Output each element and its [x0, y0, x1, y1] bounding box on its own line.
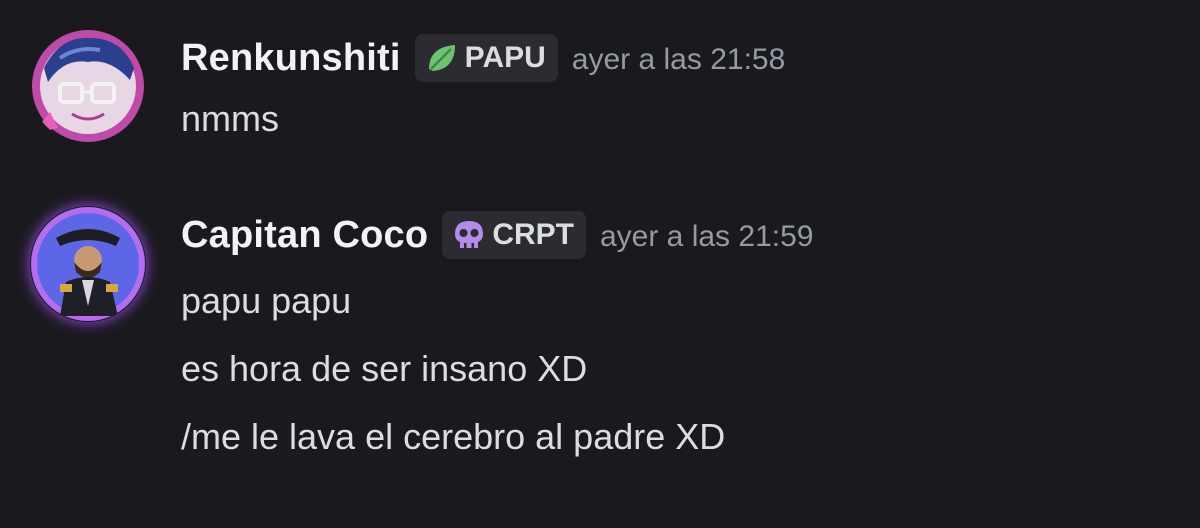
message-text: /me le lava el cerebro al padre XD	[181, 416, 726, 457]
avatar-image	[32, 30, 144, 142]
role-tag[interactable]: PAPU	[414, 34, 558, 82]
leaf-icon	[425, 41, 459, 75]
message-text: nmms	[181, 98, 279, 139]
avatar-image	[31, 207, 145, 321]
role-tag-label: PAPU	[464, 41, 546, 74]
message-text: es hora de ser insano XD	[181, 348, 588, 389]
skull-icon	[452, 218, 486, 252]
timestamp[interactable]: ayer a las 21:58	[572, 43, 785, 77]
message-header-2: Capitan Coco CRPT ayer a las 21:59	[181, 210, 813, 260]
role-tag-label: CRPT	[492, 218, 574, 251]
username[interactable]: Capitan Coco	[181, 214, 428, 257]
role-tag[interactable]: CRPT	[442, 211, 586, 259]
username[interactable]: Renkunshiti	[181, 37, 401, 80]
message-header-1: Renkunshiti PAPU ayer a las 21:58	[181, 33, 785, 83]
avatar-renkunshiti[interactable]	[30, 28, 146, 144]
message-text: papu papu	[181, 280, 352, 321]
timestamp[interactable]: ayer a las 21:59	[600, 220, 813, 254]
avatar-capitan-coco[interactable]	[30, 206, 146, 322]
